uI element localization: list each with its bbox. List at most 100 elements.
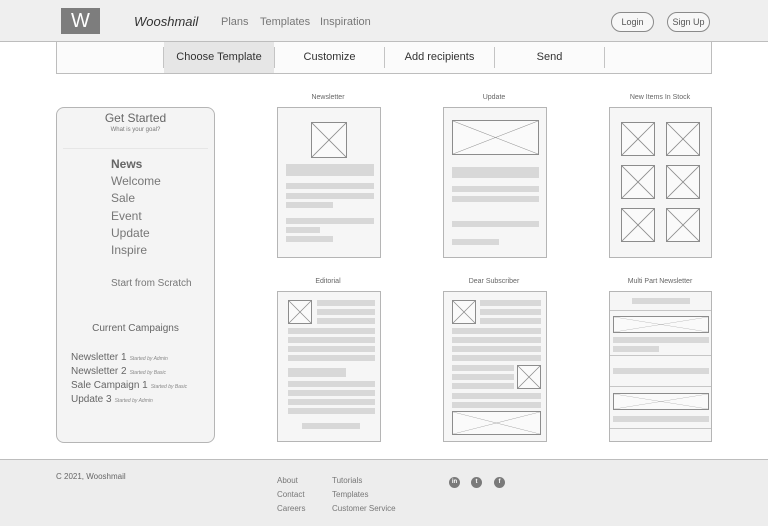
campaign-name: Sale Campaign 1: [71, 380, 148, 391]
text-placeholder: [286, 236, 333, 242]
current-campaigns-title: Current Campaigns: [92, 323, 179, 334]
signup-button[interactable]: Sign Up: [667, 12, 710, 32]
goal-inspire[interactable]: Inspire: [111, 243, 147, 257]
image-placeholder-icon: [517, 365, 541, 389]
text-placeholder: [286, 202, 333, 208]
brand-name[interactable]: Wooshmail: [134, 14, 198, 29]
campaign-name: Newsletter 1: [71, 352, 127, 363]
text-placeholder: [288, 399, 375, 405]
footer-link-customer-service[interactable]: Customer Service: [332, 504, 396, 513]
text-placeholder: [452, 167, 539, 178]
panel-subtitle: What is your goal?: [110, 127, 161, 133]
text-placeholder: [288, 328, 375, 334]
image-placeholder-icon: [613, 393, 709, 410]
footer-link-careers[interactable]: Careers: [277, 504, 305, 513]
step-customize[interactable]: Customize: [275, 42, 384, 73]
start-from-scratch-link[interactable]: Start from Scratch: [111, 278, 192, 289]
linkedin-icon[interactable]: in: [449, 477, 460, 488]
nav-templates[interactable]: Templates: [260, 16, 310, 28]
text-placeholder: [288, 381, 375, 387]
text-placeholder: [286, 164, 374, 176]
image-placeholder-icon: [621, 208, 655, 242]
template-label-dear-subscriber: Dear Subscriber: [468, 278, 520, 285]
campaign-item[interactable]: Newsletter 2 Started by Basic: [71, 366, 166, 377]
footer-link-tutorials[interactable]: Tutorials: [332, 476, 362, 485]
template-label-new-items: New Items In Stock: [629, 94, 691, 101]
template-card-newsletter[interactable]: [277, 107, 381, 258]
text-placeholder: [452, 365, 514, 371]
campaign-started-by: Started by Admin: [129, 356, 168, 362]
text-placeholder: [288, 368, 346, 377]
goal-event[interactable]: Event: [111, 209, 142, 223]
footer-link-about[interactable]: About: [277, 476, 298, 485]
text-placeholder: [317, 318, 375, 324]
image-placeholder-icon: [666, 122, 700, 156]
text-placeholder: [452, 186, 539, 192]
campaign-name: Newsletter 2: [71, 366, 127, 377]
top-bar: W Wooshmail Plans Templates Inspiration …: [0, 0, 768, 42]
campaign-item[interactable]: Update 3 Started by Admin: [71, 394, 153, 405]
image-placeholder-icon: [666, 165, 700, 199]
text-placeholder: [452, 383, 514, 389]
template-label-multi-part: Multi Part Newsletter: [627, 278, 693, 285]
text-placeholder: [452, 337, 541, 343]
logo[interactable]: W: [61, 8, 100, 34]
footer-link-contact[interactable]: Contact: [277, 490, 305, 499]
text-placeholder: [613, 337, 709, 343]
twitter-icon[interactable]: t: [471, 477, 482, 488]
footer: C 2021, Wooshmail About Contact Careers …: [0, 459, 768, 526]
campaign-item[interactable]: Sale Campaign 1 Started by Basic: [71, 380, 187, 391]
text-placeholder: [480, 300, 541, 306]
text-placeholder: [317, 309, 375, 315]
text-placeholder: [288, 390, 375, 396]
goal-sale[interactable]: Sale: [111, 191, 135, 205]
steps-bar: Choose Template Customize Add recipients…: [56, 41, 712, 74]
template-card-update[interactable]: [443, 107, 547, 258]
text-placeholder: [480, 309, 541, 315]
nav-plans[interactable]: Plans: [221, 16, 249, 28]
text-placeholder: [288, 408, 375, 414]
text-placeholder: [288, 337, 375, 343]
text-placeholder: [452, 328, 541, 334]
goal-news[interactable]: News: [111, 157, 142, 171]
image-placeholder-icon: [288, 300, 312, 324]
nav-inspiration[interactable]: Inspiration: [320, 16, 371, 28]
footer-link-templates[interactable]: Templates: [332, 490, 368, 499]
text-placeholder: [613, 346, 659, 352]
text-placeholder: [317, 300, 375, 306]
facebook-icon[interactable]: f: [494, 477, 505, 488]
template-card-multi-part[interactable]: [609, 291, 712, 442]
text-placeholder: [286, 227, 320, 233]
text-placeholder: [452, 374, 514, 380]
section-divider: [610, 386, 711, 387]
login-button[interactable]: Login: [611, 12, 654, 32]
goal-welcome[interactable]: Welcome: [111, 174, 161, 188]
template-label-editorial: Editorial: [315, 278, 341, 285]
text-placeholder: [452, 239, 499, 245]
section-divider: [610, 310, 711, 311]
campaign-started-by: Started by Basic: [129, 370, 166, 376]
text-placeholder: [288, 346, 375, 352]
campaign-item[interactable]: Newsletter 1 Started by Admin: [71, 352, 168, 363]
template-card-new-items[interactable]: [609, 107, 712, 258]
text-placeholder: [286, 218, 374, 224]
step-send[interactable]: Send: [495, 42, 604, 73]
goal-update[interactable]: Update: [111, 226, 150, 240]
text-placeholder: [286, 183, 374, 189]
step-divider: [604, 47, 605, 68]
template-label-newsletter: Newsletter: [311, 94, 345, 101]
text-placeholder: [302, 423, 360, 429]
panel-divider: [63, 148, 208, 149]
image-placeholder-icon: [621, 122, 655, 156]
step-add-recipients[interactable]: Add recipients: [385, 42, 494, 73]
text-placeholder: [452, 221, 539, 227]
campaign-name: Update 3: [71, 394, 112, 405]
step-choose-template[interactable]: Choose Template: [164, 42, 274, 73]
image-placeholder-icon: [666, 208, 700, 242]
template-card-editorial[interactable]: [277, 291, 381, 442]
campaign-started-by: Started by Basic: [150, 384, 188, 390]
image-placeholder-icon: [613, 316, 709, 333]
template-card-dear-subscriber[interactable]: [443, 291, 547, 442]
section-divider: [610, 428, 711, 429]
text-placeholder: [452, 196, 539, 202]
